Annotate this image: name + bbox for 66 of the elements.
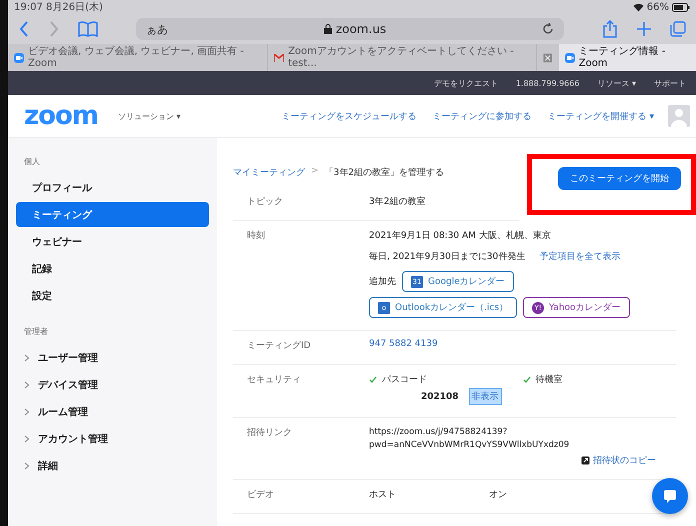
top-link[interactable]: 1.888.799.9666 [516,78,580,88]
passcode-option: パスコード [369,373,522,386]
field-label: セキュリティ [247,374,302,387]
field-label: ビデオ [247,488,275,500]
time-value: 2021年9月1日 08:30 AM 大阪、札幌、東京 [369,230,552,242]
lock-icon [324,24,332,34]
hide-button[interactable]: 非表示 [468,388,502,405]
meeting-id-link[interactable]: 947 5882 4139 [369,339,676,349]
back-icon[interactable] [18,20,30,38]
section-title: 個人 [24,156,41,167]
nav-link[interactable]: ミーティングをスケジュールする [282,110,417,122]
video-host-value: オン [489,488,507,500]
video-host-label: ホスト [369,488,397,500]
mail-icon [274,54,284,62]
battery-icon [672,2,690,12]
breadcrumb-link[interactable]: マイミーティング [233,166,305,179]
field-label: ミーティングID [247,340,312,352]
wifi-icon [632,2,644,12]
sidebar-item[interactable]: ウェビナー [16,229,209,254]
sidebar-item[interactable]: ルーム管理 [16,399,209,424]
nav-link[interactable]: ミーティングに参加する [432,110,532,122]
top-link[interactable]: デモをリクエスト [434,78,498,88]
nav-link[interactable]: ミーティングを開催する ▾ [548,110,654,122]
sidebar-item[interactable]: 詳細 [16,453,209,478]
field-label: トピック [247,196,284,208]
bookmarks-icon[interactable] [78,21,98,37]
video-camera-icon [14,52,24,62]
top-link[interactable]: リソース ▾ [597,78,636,88]
field-label: 時刻 [247,230,266,243]
topic-value: 3年2組の教室 [369,196,426,208]
waiting-room-option: 待機室 [522,373,676,386]
show-all-link[interactable]: 予定項目を全て表示 [539,250,620,263]
top-link[interactable]: サポート [654,78,686,88]
sidebar-item[interactable]: アカウント管理 [16,426,209,451]
breadcrumb-separator: > [311,166,319,178]
video-camera-icon [564,52,575,62]
sidebar-item[interactable]: プロフィール [16,175,209,200]
tabs-icon[interactable] [670,21,686,37]
share-icon[interactable] [602,20,618,38]
copy-invitation-link[interactable]: 招待状のコピー [581,454,676,466]
section-title: 管理者 [24,326,49,337]
passcode-value: 202108 [421,392,459,402]
battery-level: 66% [646,2,669,12]
solutions-menu[interactable]: ソリューション ▾ [118,110,181,122]
sidebar-item[interactable]: ミーティング [16,202,209,227]
recurrence-text: 毎日, 2021年9月30日までに30件発生 [369,250,526,263]
external-link-icon [581,456,590,464]
field-label: 招待リンク [247,426,293,440]
address-text: zoom.us [336,22,386,36]
reload-icon[interactable] [542,23,554,35]
plus-icon[interactable] [636,21,652,37]
add-to-label: 追加先 [369,276,396,288]
forward-icon[interactable] [48,20,60,38]
browser-tab[interactable]: ミーティング情報 - Zoom [558,44,696,71]
close-tab-icon[interactable] [543,52,553,62]
chat-button[interactable] [652,478,688,514]
status-time: 19:07 8月26日(木) [14,0,103,14]
breadcrumb-current: 「3年2組の教室」を管理する [324,166,444,179]
avatar-icon[interactable] [668,105,690,127]
sidebar-item[interactable]: ユーザー管理 [16,345,209,370]
address-bar[interactable]: ぁあ zoom.us [136,18,564,40]
start-meeting-button[interactable]: このミーティングを開始 [558,167,681,190]
chat-icon [663,490,677,502]
sidebar-item[interactable]: デバイス管理 [16,372,209,397]
sidebar-item[interactable]: 設定 [16,283,209,308]
sidebar-item[interactable]: 記録 [16,256,209,281]
